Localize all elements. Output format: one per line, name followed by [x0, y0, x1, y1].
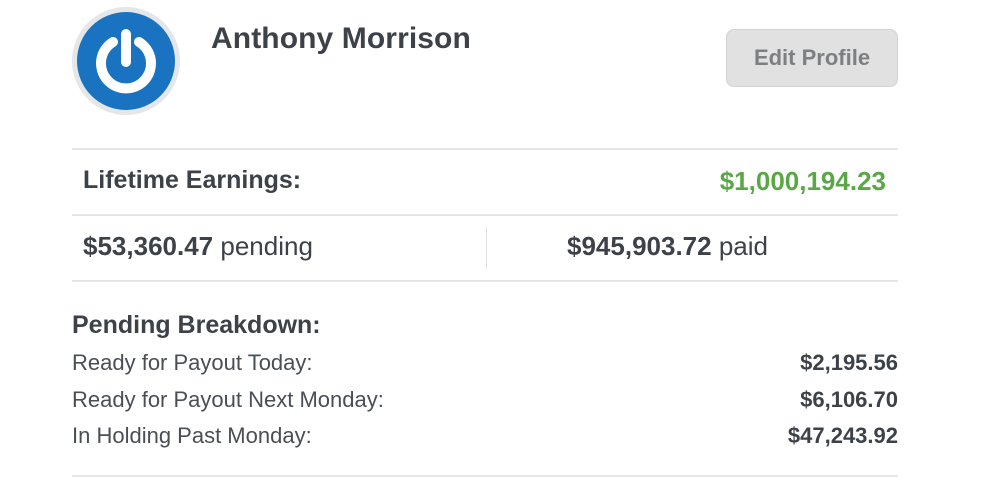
paid-word: paid — [718, 231, 768, 261]
pending-word: pending — [220, 231, 313, 261]
avatar — [72, 7, 180, 115]
edit-profile-button[interactable]: Edit Profile — [726, 29, 898, 87]
pending-breakdown-title: Pending Breakdown: — [72, 311, 321, 339]
user-name: Anthony Morrison — [211, 22, 471, 55]
summary-divider — [486, 227, 487, 269]
divider — [72, 214, 898, 216]
paid-amount: $945,903.72 — [567, 231, 712, 261]
power-icon — [77, 12, 175, 110]
lifetime-earnings-value: $1,000,194.23 — [719, 166, 886, 196]
breakdown-row-value: $6,106.70 — [800, 387, 898, 412]
pending-amount: $53,360.47 — [83, 231, 214, 261]
breakdown-row: Ready for Payout Next Monday: $6,106.70 — [72, 387, 898, 415]
divider — [72, 148, 898, 150]
lifetime-earnings-label: Lifetime Earnings: — [83, 166, 302, 194]
breakdown-row-value: $47,243.92 — [787, 423, 898, 448]
breakdown-row-label: In Holding Past Monday: — [72, 423, 312, 448]
divider — [72, 280, 898, 282]
breakdown-row: In Holding Past Monday: $47,243.92 — [72, 423, 898, 451]
breakdown-row-value: $2,195.56 — [800, 350, 898, 375]
breakdown-row: Ready for Payout Today: $2,195.56 — [72, 350, 898, 378]
power-icon-graphic — [96, 29, 156, 94]
paid-summary: $945,903.72 paid — [567, 231, 768, 262]
breakdown-row-label: Ready for Payout Next Monday: — [72, 387, 384, 412]
breakdown-row-label: Ready for Payout Today: — [72, 350, 313, 375]
divider — [72, 475, 898, 477]
pending-summary: $53,360.47 pending — [83, 231, 313, 262]
